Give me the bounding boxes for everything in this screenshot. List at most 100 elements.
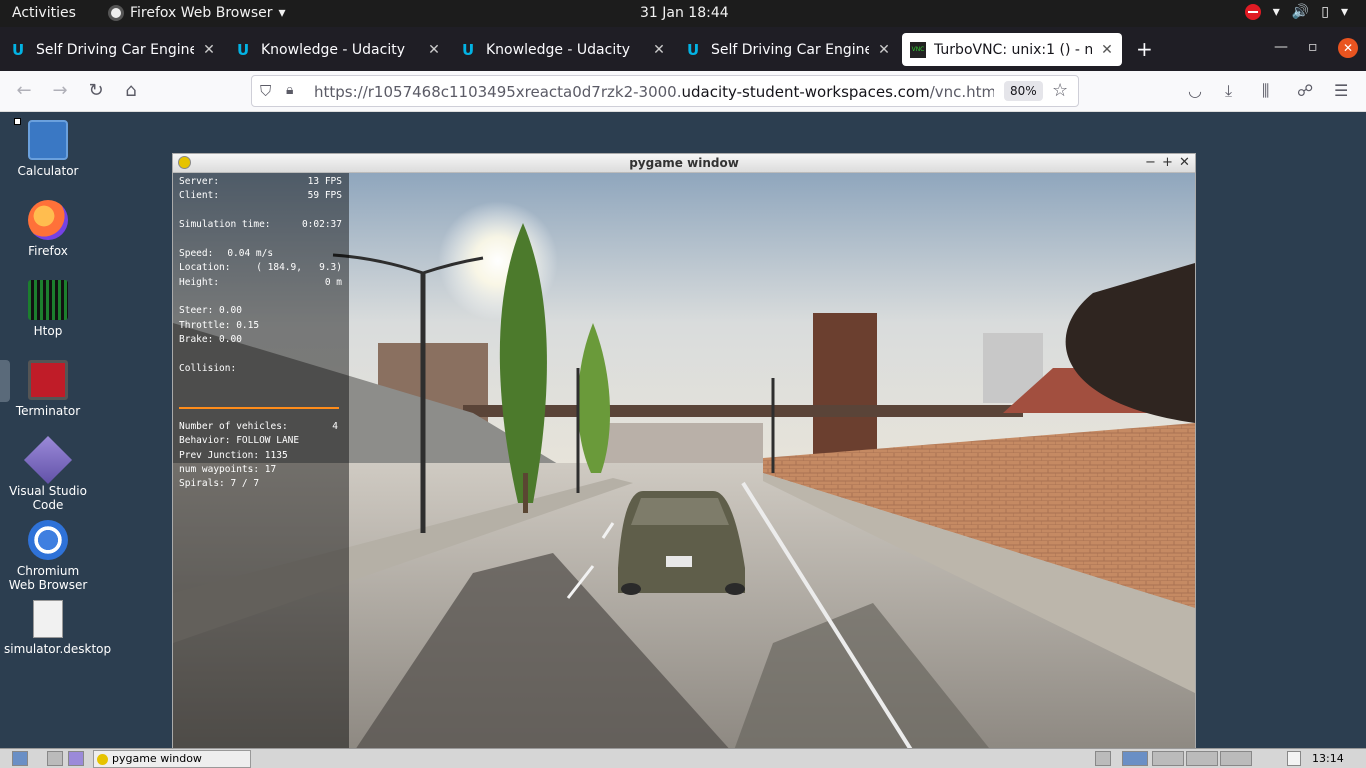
hud-simulation-time: Simulation time: 0:02:37: [179, 219, 342, 230]
workspace-4[interactable]: [1220, 751, 1252, 766]
new-tab-button[interactable]: +: [1136, 37, 1153, 61]
restore-button[interactable]: ▫: [1308, 39, 1318, 55]
account-icon[interactable]: ☍: [1297, 81, 1313, 100]
tab-knowledge-1[interactable]: U Knowledge - Udacity ✕: [229, 33, 449, 66]
tab-title: Knowledge - Udacity: [486, 41, 630, 58]
desktop-icon-chromium[interactable]: Chromium Web Browser: [4, 520, 92, 592]
tab-self-driving-car-2[interactable]: U Self Driving Car Engineer ✕: [679, 33, 899, 66]
close-icon[interactable]: ✕: [1100, 42, 1114, 58]
battery-icon: ▯: [1321, 4, 1329, 20]
elevated-rail: [463, 405, 1023, 417]
htop-icon: [28, 280, 68, 320]
terminator-icon: [28, 360, 68, 400]
desktop-icon-label: Visual Studio Code: [9, 484, 87, 512]
chevron-down-icon: ▾: [1340, 4, 1348, 20]
taskbar-pygame-window[interactable]: pygame window: [93, 750, 251, 768]
desktop-icon-firefox[interactable]: Firefox: [4, 200, 92, 258]
udacity-icon: U: [237, 40, 250, 59]
close-icon[interactable]: ✕: [202, 42, 216, 58]
app-menu[interactable]: Firefox Web Browser ▾: [108, 5, 286, 21]
show-desktop-icon[interactable]: [47, 751, 63, 766]
wheel: [621, 583, 641, 595]
simulation-view[interactable]: Server: 13 FPS Client: 59 FPS Simulation t…: [173, 173, 1195, 753]
tab-title: Self Driving Car Engineer: [711, 41, 869, 58]
close-button[interactable]: ✕: [1179, 155, 1190, 170]
app-menu-label: Firefox Web Browser: [130, 5, 273, 21]
minimize-button[interactable]: —: [1274, 39, 1288, 55]
firefox-icon: [108, 5, 124, 21]
notification-icon[interactable]: [1287, 751, 1301, 766]
tree-trunk: [523, 473, 528, 513]
close-icon[interactable]: ✕: [427, 42, 441, 58]
license-plate: [666, 556, 692, 567]
hud-waypoints: num waypoints: 17: [179, 464, 277, 475]
system-tray[interactable]: ▾ 🔊 ▯ ▾: [1244, 4, 1348, 20]
forward-button[interactable]: →: [49, 81, 71, 101]
maximize-button[interactable]: +: [1162, 155, 1173, 170]
start-menu-icon[interactable]: [12, 751, 28, 766]
remote-taskbar: pygame window 13:14: [0, 748, 1366, 768]
activities-button[interactable]: Activities: [12, 5, 76, 21]
pygame-titlebar[interactable]: pygame window − + ✕: [173, 154, 1195, 173]
desktop-icon-vscode[interactable]: Visual Studio Code: [4, 435, 92, 512]
zoom-indicator[interactable]: 80%: [1004, 81, 1043, 101]
remote-clock: 13:14: [1312, 752, 1344, 765]
desktop-icon-simulator[interactable]: simulator.desktop: [4, 600, 111, 656]
chevron-down-icon: ▾: [278, 5, 286, 21]
tab-title: TurboVNC: unix:1 () - noV: [934, 41, 1092, 58]
hud-brake: Brake: 0.00: [179, 334, 242, 345]
pygame-title: pygame window: [629, 156, 739, 170]
hud-vehicles: Number of vehicles: 4: [179, 421, 338, 432]
home-button[interactable]: ⌂: [120, 81, 142, 101]
udacity-icon: U: [12, 40, 25, 59]
menu-icon[interactable]: ☰: [1334, 81, 1348, 100]
gnome-top-bar: Activities Firefox Web Browser ▾ 31 Jan …: [0, 0, 1366, 27]
tab-turbovnc[interactable]: VNC TurboVNC: unix:1 () - noV ✕: [902, 33, 1122, 66]
desktop-icon-label: Chromium Web Browser: [8, 564, 88, 592]
library-icon[interactable]: ⫼: [1262, 81, 1269, 101]
shield-icon[interactable]: ⛉: [260, 82, 271, 100]
vnc-remote-desktop[interactable]: Calculator Firefox Htop Terminator Visua…: [0, 112, 1366, 768]
workspace-2[interactable]: [1152, 751, 1184, 766]
pygame-window[interactable]: pygame window − + ✕ Server: 13 FPS Clien…: [172, 153, 1196, 753]
back-button[interactable]: ←: [13, 81, 35, 101]
desktop-icon-calculator[interactable]: Calculator: [4, 118, 92, 178]
desktop-icon-htop[interactable]: Htop: [4, 280, 92, 338]
hud-server: Server: 13 FPS: [179, 176, 342, 187]
workspace-1[interactable]: [1122, 751, 1148, 766]
hud-speed: Speed: 0.04 m/s: [179, 248, 274, 259]
hud-throttle: Throttle: 0.15: [179, 320, 260, 331]
window-list-icon[interactable]: [1095, 751, 1111, 766]
hud-client: Client: 59 FPS: [179, 190, 342, 201]
tab-self-driving-car-1[interactable]: U Self Driving Car Engineer ✕: [4, 33, 224, 66]
pocket-icon[interactable]: ◡: [1188, 81, 1202, 100]
volume-icon: 🔊: [1291, 4, 1310, 20]
hud-height: Height: 0 m: [179, 277, 342, 288]
close-icon[interactable]: ✕: [877, 42, 891, 58]
chromium-icon: [28, 520, 68, 560]
url-text[interactable]: https://r1057468c1103495xreacta0d7rzk2-3…: [314, 83, 994, 101]
navigation-toolbar: ← → ↻ ⌂ ⛉ 🔒︎ https://r1057468c1103495xre…: [0, 71, 1366, 112]
file-icon: [33, 600, 63, 638]
window-close-button[interactable]: ✕: [1338, 38, 1358, 58]
system-clock[interactable]: 31 Jan 18:44: [640, 5, 729, 21]
tab-knowledge-2[interactable]: U Knowledge - Udacity ✕: [454, 33, 674, 66]
ego-vehicle-roof: [631, 498, 729, 525]
desktop-icon-terminator[interactable]: Terminator: [4, 360, 92, 418]
vscode-icon: [23, 435, 73, 485]
tab-title: Knowledge - Udacity: [261, 41, 405, 58]
workspace-3[interactable]: [1186, 751, 1218, 766]
bookmark-star-icon[interactable]: ☆: [1052, 80, 1068, 101]
minimize-button[interactable]: −: [1145, 155, 1156, 170]
hud-behavior: Behavior: FOLLOW LANE: [179, 435, 300, 446]
tab-title: Self Driving Car Engineer: [36, 41, 194, 58]
hud-spirals: Spirals: 7 / 7: [179, 478, 260, 489]
vscode-launcher-icon[interactable]: [68, 751, 84, 766]
reload-button[interactable]: ↻: [85, 81, 107, 101]
close-icon[interactable]: ✕: [652, 42, 666, 58]
download-icon[interactable]: ⤓: [1225, 81, 1232, 101]
hud-junction: Prev Junction: 1135: [179, 450, 288, 461]
url-bar[interactable]: ⛉ 🔒︎ https://r1057468c1103495xreacta0d7r…: [251, 75, 1079, 107]
hud-collision: Collision:: [179, 363, 237, 374]
lock-icon[interactable]: 🔒︎: [286, 82, 293, 98]
